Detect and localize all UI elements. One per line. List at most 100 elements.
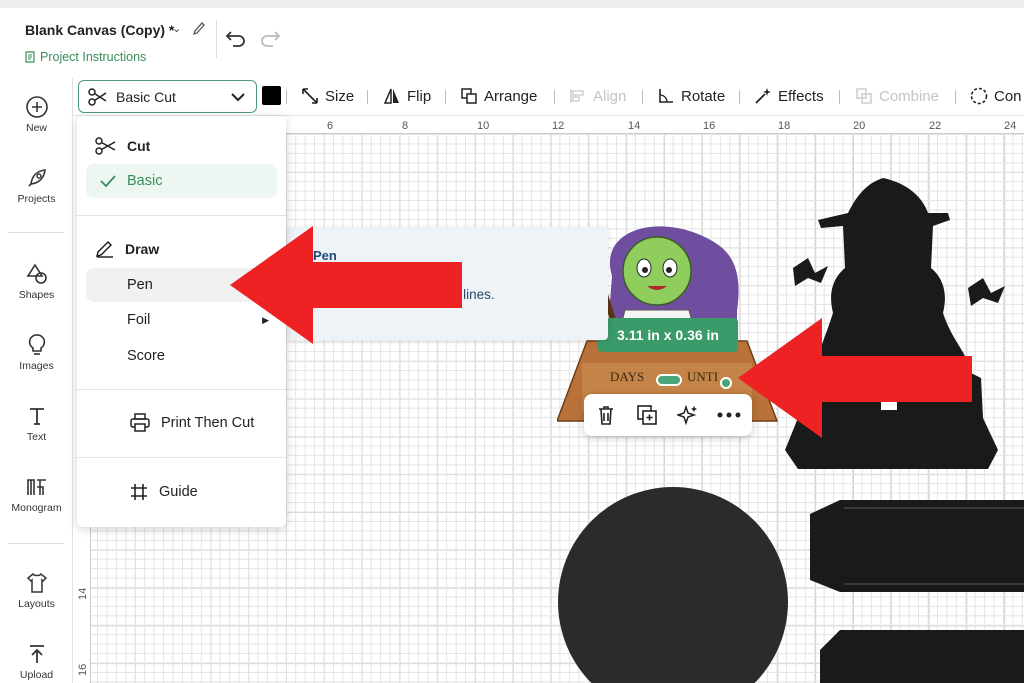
- flip-icon: [383, 88, 399, 104]
- size-tool[interactable]: Size: [301, 87, 354, 105]
- operation-select-value: Basic Cut: [116, 88, 176, 105]
- pen-icon: [95, 240, 113, 258]
- document-icon: [25, 51, 35, 63]
- sidebar-item-monogram[interactable]: Monogram: [0, 475, 73, 514]
- toolbar-separator: [955, 90, 956, 104]
- menu-divider: [77, 215, 286, 216]
- rotate-tool[interactable]: Rotate: [657, 87, 725, 105]
- menu-item-print-then-cut[interactable]: Print Then Cut: [129, 413, 254, 433]
- duplicate-icon[interactable]: [636, 404, 658, 426]
- menu-item-label: Foil: [127, 312, 151, 328]
- annotation-arrow-right: [738, 318, 972, 438]
- toolbar-separator: [642, 90, 643, 104]
- monogram-icon: [26, 479, 46, 495]
- ruler-tick-label: 24: [1004, 120, 1017, 132]
- dimension-readout: 3.11 in x 0.36 in: [598, 318, 738, 352]
- undo-icon[interactable]: [225, 30, 247, 48]
- sidebar-divider: [8, 232, 64, 233]
- sparkle-icon[interactable]: [677, 404, 699, 426]
- annotation-arrow-left: [230, 226, 462, 344]
- pencil-icon[interactable]: [192, 21, 206, 37]
- project-title[interactable]: Blank Canvas (Copy) *: [25, 22, 174, 38]
- project-instructions-label: Project Instructions: [40, 50, 147, 64]
- header-divider: [216, 20, 217, 58]
- flip-tool[interactable]: Flip: [383, 87, 431, 105]
- effects-label: Effects: [778, 87, 824, 105]
- sidebar-item-text[interactable]: Text: [0, 404, 73, 443]
- combine-icon: [856, 88, 872, 104]
- grid-hash-icon: [131, 484, 147, 500]
- combine-label: Combine: [879, 87, 940, 105]
- align-tool[interactable]: Align: [569, 87, 626, 105]
- sidebar-item-label: New: [25, 122, 47, 134]
- sidebar-divider: [8, 543, 64, 544]
- draw-header-label: Draw: [125, 241, 160, 257]
- toolbar-separator: [739, 90, 740, 104]
- menu-item-label: Score: [127, 348, 165, 364]
- effects-tool[interactable]: Effects: [754, 87, 824, 105]
- menu-item-label: Guide: [159, 484, 198, 500]
- ruler-tick-label: 22: [929, 120, 942, 132]
- sidebar-item-layouts[interactable]: Layouts: [0, 571, 73, 610]
- contour-icon: [970, 87, 988, 105]
- ruler-tick-label: 12: [552, 120, 565, 132]
- cut-header-label: Cut: [127, 138, 151, 154]
- redo-icon[interactable]: [259, 30, 281, 48]
- ruler-tick-label: 14: [628, 120, 641, 132]
- text-icon: [29, 408, 44, 425]
- printer-icon: [130, 413, 150, 432]
- ruler-tick-label: 16: [77, 663, 89, 676]
- align-label: Align: [593, 87, 627, 105]
- sidebar-item-projects[interactable]: Projects: [0, 166, 73, 205]
- sidebar-item-label: Images: [19, 360, 54, 372]
- ruler-tick-label: 18: [778, 120, 791, 132]
- circle-shape[interactable]: [557, 486, 789, 683]
- sidebar-item-upload[interactable]: Upload: [0, 642, 73, 681]
- ruler-tick-label: 6: [327, 120, 334, 132]
- upload-icon: [29, 645, 44, 663]
- arrange-label: Arrange: [484, 87, 538, 105]
- days-text[interactable]: DAYS: [610, 369, 644, 385]
- resize-handle[interactable]: [720, 377, 732, 389]
- menu-item-label: Basic: [127, 173, 163, 189]
- chevron-down-icon[interactable]: ⌄: [172, 22, 181, 35]
- sidebar-item-label: Text: [26, 431, 47, 443]
- plus-circle-icon: [25, 96, 48, 118]
- toolbar-separator: [367, 90, 368, 104]
- project-instructions-link[interactable]: Project Instructions: [25, 50, 146, 64]
- sidebar-item-label: Monogram: [11, 502, 62, 514]
- sidebar-item-shapes[interactable]: Shapes: [0, 262, 73, 301]
- until-text[interactable]: UNTI: [687, 369, 718, 385]
- arrange-tool[interactable]: Arrange: [460, 87, 537, 105]
- top-header: Blank Canvas (Copy) * ⌄ Project Instruct…: [0, 0, 1024, 78]
- menu-divider: [77, 457, 286, 458]
- sidebar-item-new[interactable]: New: [0, 95, 73, 134]
- menu-item-label: Print Then Cut: [161, 415, 255, 431]
- combine-tool[interactable]: Combine: [855, 87, 939, 105]
- sidebar-item-label: Projects: [17, 193, 56, 205]
- shirt-icon: [26, 572, 47, 593]
- menu-item-basic[interactable]: Basic: [86, 164, 277, 198]
- chevron-down-icon: [231, 93, 245, 102]
- banner-shapes[interactable]: [810, 500, 1024, 683]
- operation-select[interactable]: Basic Cut: [78, 80, 257, 113]
- ruler-tick-label: 14: [77, 587, 89, 600]
- toolbar-separator: [554, 90, 555, 104]
- menu-item-guide[interactable]: Guide: [129, 482, 198, 502]
- color-swatch[interactable]: [262, 86, 281, 105]
- toolbar-separator: [445, 90, 446, 104]
- sidebar-item-label: Layouts: [18, 598, 55, 610]
- size-label: Size: [325, 87, 355, 105]
- align-icon: [570, 89, 584, 103]
- flip-label: Flip: [407, 87, 432, 105]
- sidebar-item-label: Shapes: [18, 289, 55, 301]
- scissors-icon: [88, 87, 107, 106]
- contour-tool[interactable]: Con: [970, 87, 1022, 105]
- ruler-tick-label: 10: [477, 120, 490, 132]
- sidebar-item-images[interactable]: Images: [0, 333, 73, 372]
- rotate-handle[interactable]: [656, 374, 682, 386]
- draw-section-header: Draw: [95, 240, 159, 258]
- trash-icon[interactable]: [596, 404, 616, 426]
- checkmark-icon: [100, 175, 116, 188]
- toolbar-separator: [839, 90, 840, 104]
